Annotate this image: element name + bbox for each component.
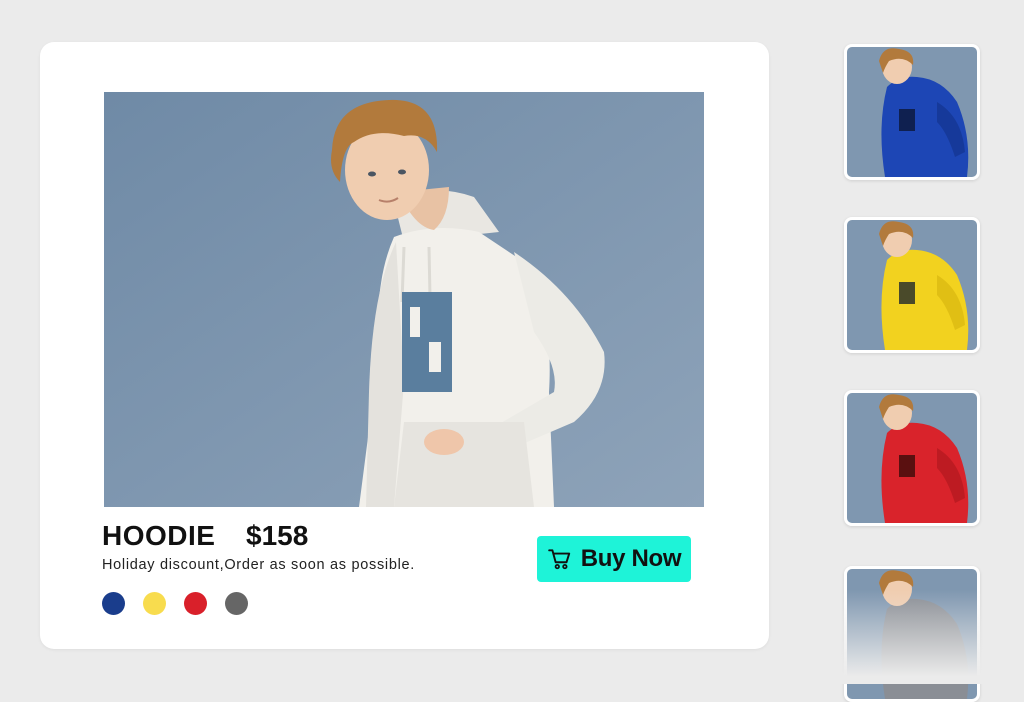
thumbnail-blue[interactable] <box>844 44 980 180</box>
swatch-grey[interactable] <box>225 592 248 615</box>
product-description: Holiday discount,Order as soon as possib… <box>102 557 415 573</box>
shopping-cart-icon <box>547 549 570 570</box>
product-card: HOODIE $158 Holiday discount,Order as so… <box>40 42 769 649</box>
swatch-yellow[interactable] <box>143 592 166 615</box>
product-photo <box>104 92 704 507</box>
product-price: $158 <box>246 520 309 551</box>
color-swatches <box>102 592 248 615</box>
product-title: HOODIE <box>102 520 216 551</box>
thumbnail-red[interactable] <box>844 390 980 526</box>
thumbnail-yellow[interactable] <box>844 217 980 353</box>
buy-now-label: Buy Now <box>580 545 682 572</box>
swatch-red[interactable] <box>184 592 207 615</box>
swatch-blue[interactable] <box>102 592 125 615</box>
buy-now-button[interactable]: Buy Now <box>537 536 691 582</box>
thumbnail-grey[interactable] <box>844 566 980 702</box>
